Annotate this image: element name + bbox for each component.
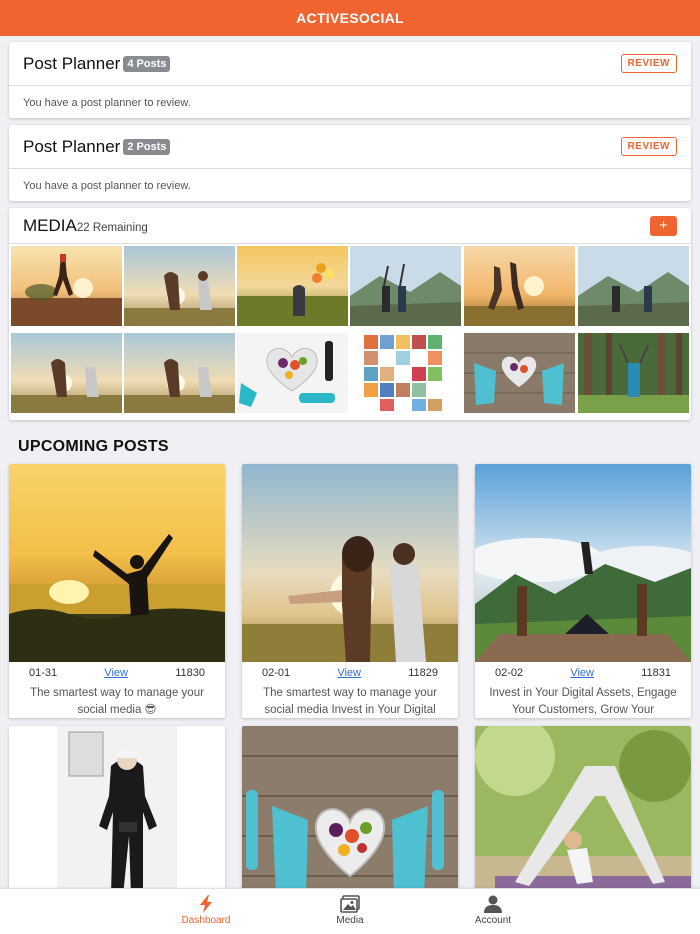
view-post-link[interactable]: View xyxy=(570,667,594,679)
women-mountain-image xyxy=(350,246,461,326)
fitness-collage-image xyxy=(350,333,461,413)
upcoming-post-card[interactable] xyxy=(9,726,225,888)
media-card: MEDIA 22 Remaining + xyxy=(9,208,691,420)
media-thumbnail[interactable] xyxy=(578,246,689,326)
upcoming-post-card[interactable]: 02-02 View 11831 Invest in Your Digital … xyxy=(475,464,691,718)
media-thumbnail[interactable] xyxy=(350,333,461,413)
media-thumbnail[interactable] xyxy=(124,333,235,413)
media-thumbnail[interactable] xyxy=(464,333,575,413)
bolt-icon xyxy=(200,895,212,913)
post-image xyxy=(242,726,458,888)
yoga-mountain-deck-image xyxy=(475,464,691,662)
media-header: MEDIA 22 Remaining + xyxy=(9,208,691,244)
image-icon xyxy=(340,895,360,913)
post-meta: 01-31 View 11830 xyxy=(9,664,225,682)
upcoming-post-card[interactable]: 01-31 View 11830 The smartest way to man… xyxy=(9,464,225,718)
post-planner-card: Post Planner 2 Posts REVIEW You have a p… xyxy=(9,125,691,201)
media-thumbnail[interactable] xyxy=(464,246,575,326)
post-date: 02-01 xyxy=(262,667,291,679)
yoga-mother-child-image xyxy=(475,726,691,888)
post-image xyxy=(475,464,691,662)
nav-media-label: Media xyxy=(336,915,364,926)
app-header: ACTIVESOCIAL xyxy=(0,0,700,36)
woman-sunset-lake-image xyxy=(9,464,225,662)
nav-account-label: Account xyxy=(474,915,512,926)
women-mountain-image xyxy=(578,246,689,326)
post-date: 01-31 xyxy=(29,667,58,679)
post-image xyxy=(242,464,458,662)
post-planner-card: Post Planner 4 Posts REVIEW You have a p… xyxy=(9,42,691,118)
media-thumbnail[interactable] xyxy=(237,333,348,413)
media-remaining: 22 Remaining xyxy=(76,221,148,234)
review-button[interactable]: REVIEW xyxy=(620,137,677,156)
media-thumbnail[interactable] xyxy=(11,333,122,413)
view-post-link[interactable]: View xyxy=(337,667,361,679)
media-title-group: MEDIA 22 Remaining xyxy=(23,216,148,236)
app-title: ACTIVESOCIAL xyxy=(296,10,404,26)
couple-stretching-image xyxy=(11,333,122,413)
posts-count-badge: 2 Posts xyxy=(123,138,171,155)
media-thumbnail[interactable] xyxy=(578,333,689,413)
upcoming-post-card[interactable] xyxy=(475,726,691,888)
post-id: 11831 xyxy=(641,667,671,679)
planner-header: Post Planner 2 Posts REVIEW xyxy=(9,125,691,169)
planner-title: Post Planner xyxy=(23,136,121,156)
nav-dashboard[interactable]: Dashboard xyxy=(166,895,246,926)
media-title: MEDIA xyxy=(23,215,77,235)
post-caption: The smartest way to manage your social m… xyxy=(263,687,437,716)
planner-title-group: Post Planner 2 Posts xyxy=(23,136,171,157)
post-image xyxy=(475,726,691,888)
planner-message: You have a post planner to review. xyxy=(23,97,191,109)
woman-balloons-image xyxy=(237,246,348,326)
post-meta: 02-02 View 11831 xyxy=(475,664,691,682)
media-thumbnail[interactable] xyxy=(237,246,348,326)
woman-forest-image xyxy=(578,333,689,413)
add-media-button[interactable]: + xyxy=(650,215,677,236)
post-id: 11830 xyxy=(175,667,205,679)
person-icon xyxy=(484,895,502,913)
post-id: 11829 xyxy=(408,667,438,679)
post-image xyxy=(9,726,225,888)
media-thumbnail[interactable] xyxy=(350,246,461,326)
post-caption: Invest in Your Digital Assets, Engage Yo… xyxy=(489,687,677,716)
couple-stretching-image xyxy=(124,333,235,413)
couple-stretching-sunset-image xyxy=(242,464,458,662)
media-thumbnail[interactable] xyxy=(11,246,122,326)
couple-stretching-image xyxy=(124,246,235,326)
post-caption: The smartest way to manage your social m… xyxy=(30,687,204,716)
runner-sunset-image xyxy=(11,246,122,326)
nav-account[interactable]: Account xyxy=(453,895,533,926)
view-post-link[interactable]: View xyxy=(104,667,128,679)
upcoming-post-card[interactable] xyxy=(242,726,458,888)
bottom-navigation: Dashboard Media Account xyxy=(0,888,700,934)
post-image xyxy=(9,464,225,662)
posts-count-badge: 4 Posts xyxy=(123,55,171,72)
dashboard-scroll[interactable]: Post Planner 4 Posts REVIEW You have a p… xyxy=(0,36,700,888)
planner-title-group: Post Planner 4 Posts xyxy=(23,53,171,74)
nav-dashboard-label: Dashboard xyxy=(181,915,231,926)
nav-media[interactable]: Media xyxy=(310,895,390,926)
heart-bowl-dumbbells-image xyxy=(237,333,348,413)
post-meta: 02-01 View 11829 xyxy=(242,664,458,682)
woman-black-outfit-image xyxy=(9,726,225,888)
heart-bowl-sneakers-image xyxy=(464,333,575,413)
media-grid xyxy=(9,244,691,416)
upcoming-post-card[interactable]: 02-01 View 11829 The smartest way to man… xyxy=(242,464,458,718)
post-date: 02-02 xyxy=(495,667,524,679)
planner-message: You have a post planner to review. xyxy=(23,180,191,192)
planner-title: Post Planner xyxy=(23,53,121,73)
planner-header: Post Planner 4 Posts REVIEW xyxy=(9,42,691,86)
heart-bowl-sneakers-image xyxy=(242,726,458,888)
media-thumbnail[interactable] xyxy=(124,246,235,326)
review-button[interactable]: REVIEW xyxy=(620,54,677,73)
upcoming-posts-title: UPCOMING POSTS xyxy=(18,438,169,455)
couple-jumping-image xyxy=(464,246,575,326)
app-root: ACTIVESOCIAL Post Planner 4 Posts REVIEW… xyxy=(0,0,700,934)
